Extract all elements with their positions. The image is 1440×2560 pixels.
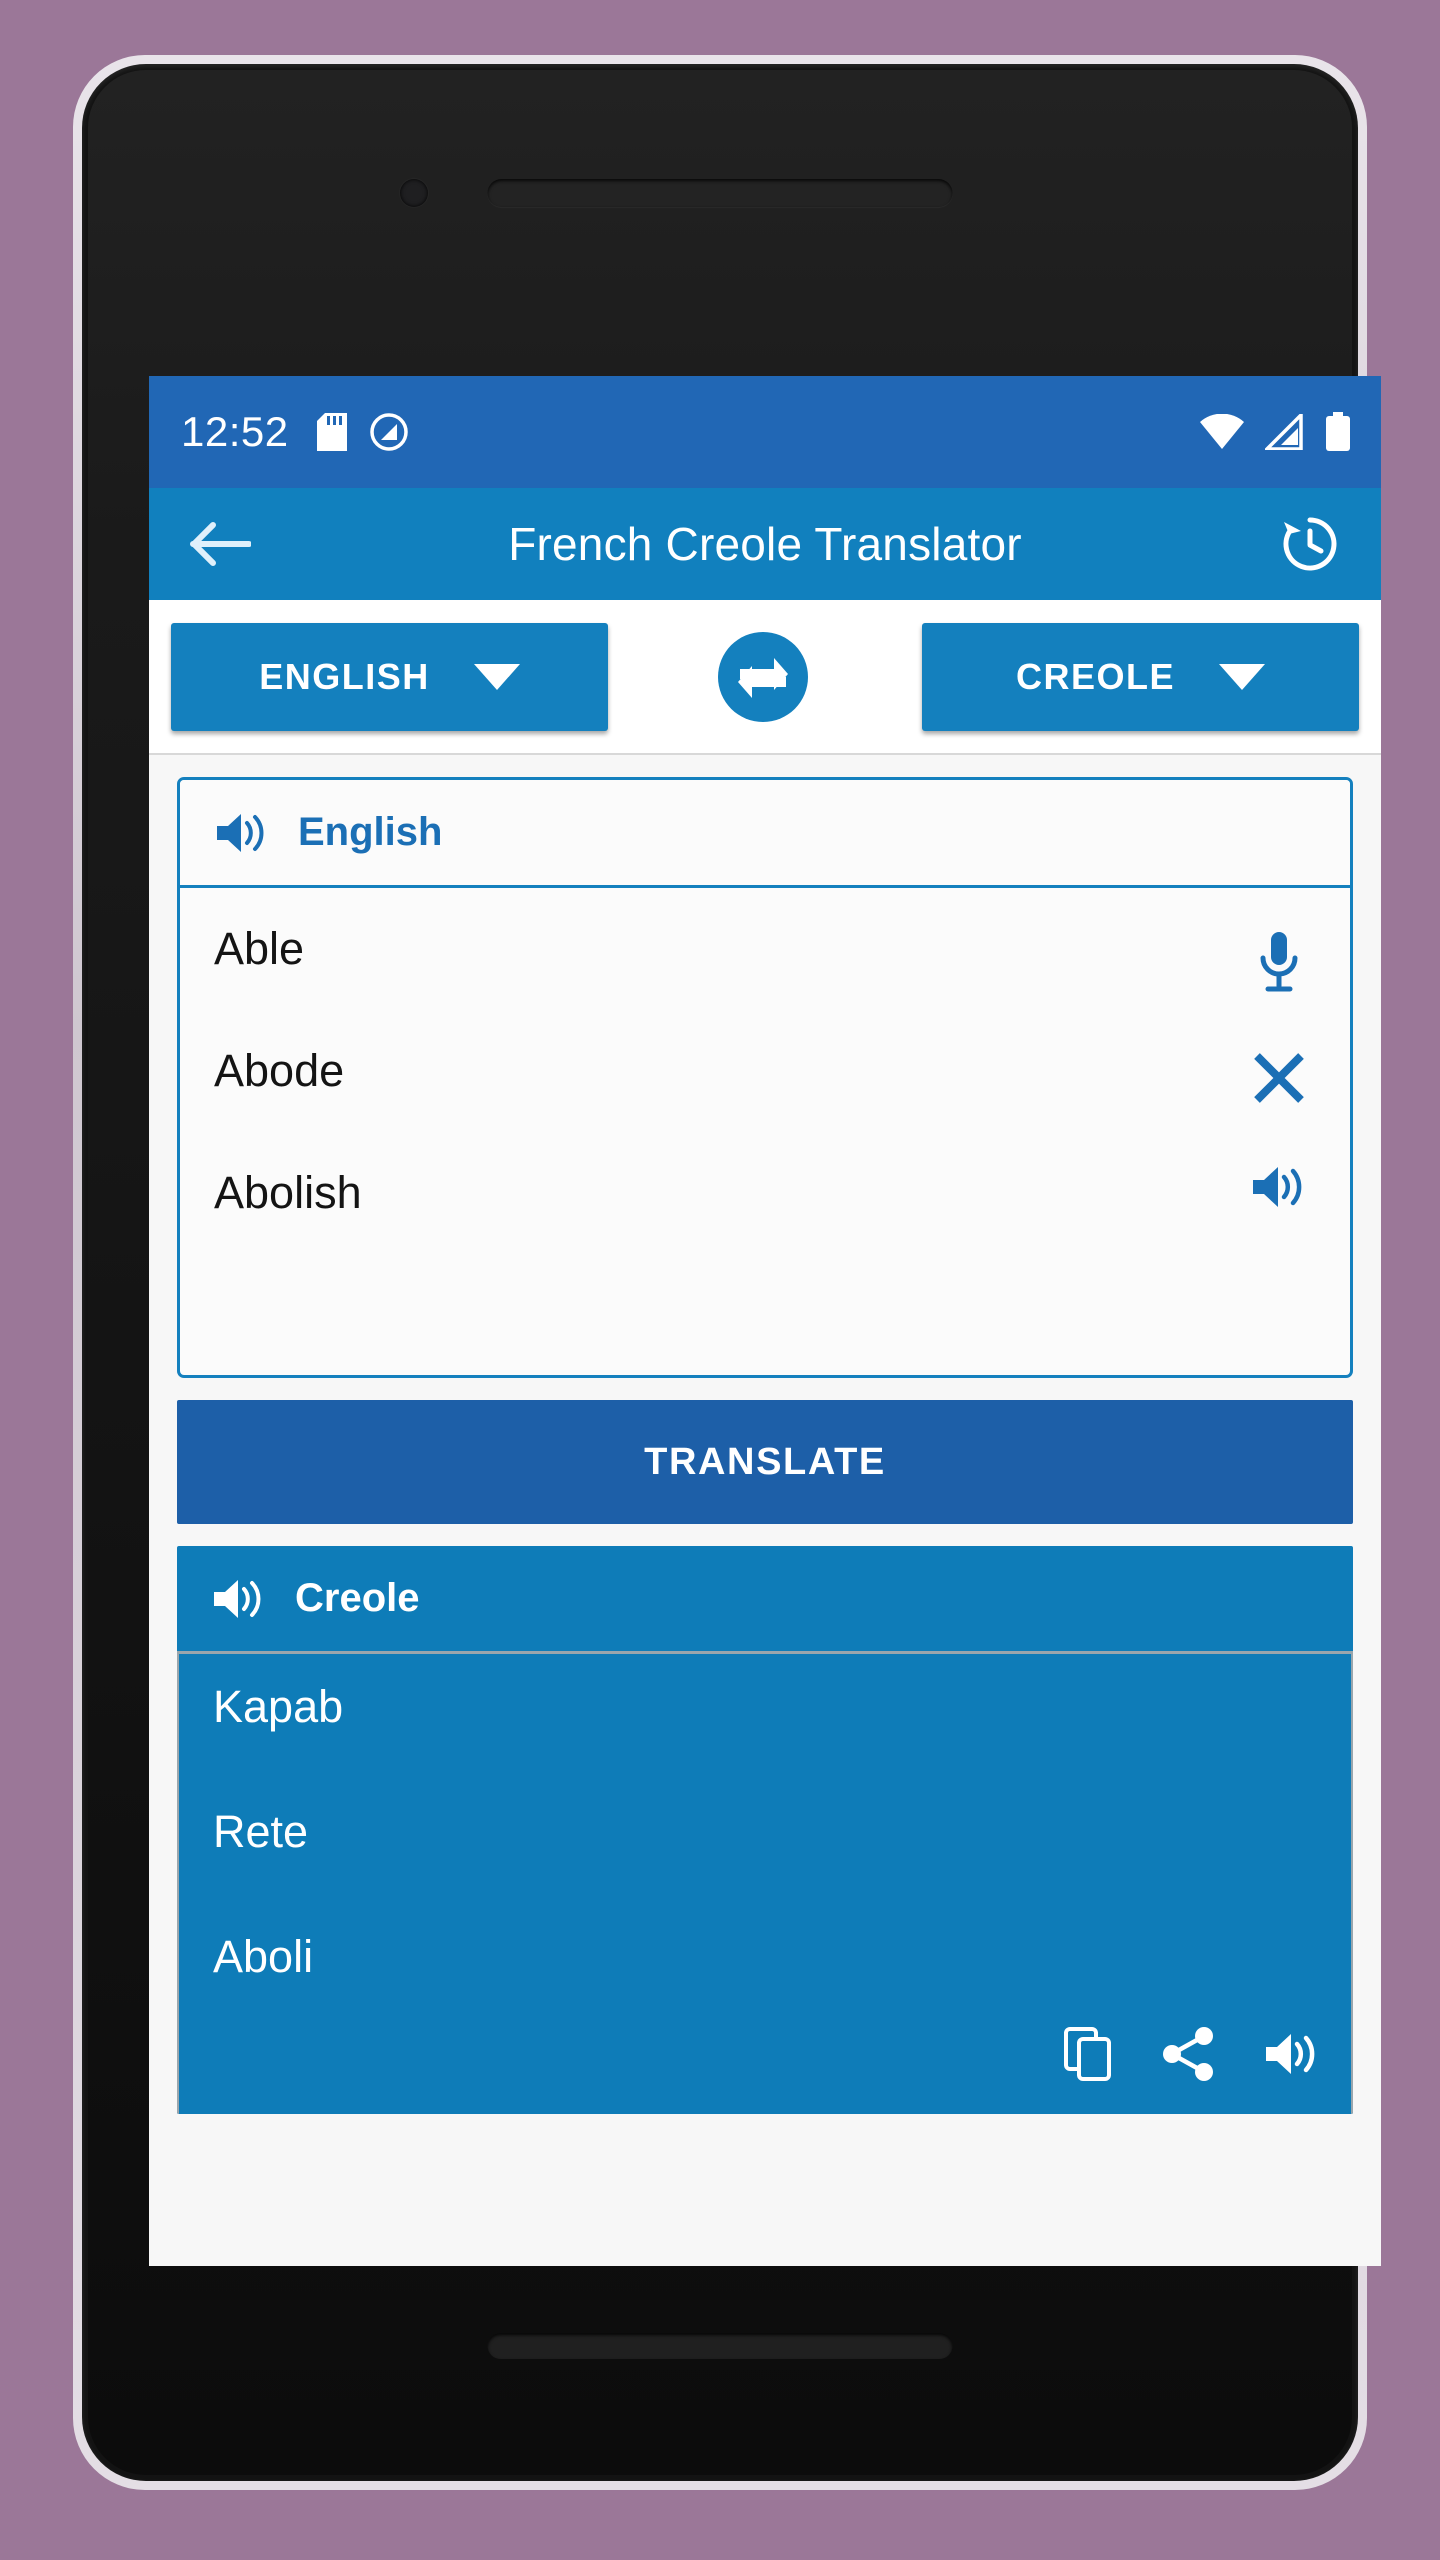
translate-button[interactable]: TRANSLATE	[177, 1400, 1353, 1524]
target-text-card: Creole Kapab Rete Aboli	[177, 1546, 1353, 2114]
target-text-area[interactable]: Kapab Rete Aboli	[177, 1651, 1353, 2114]
close-icon[interactable]	[1251, 1050, 1307, 1106]
status-bar-left-icons	[316, 412, 409, 452]
status-bar: 12:52	[149, 376, 1381, 488]
front-camera	[400, 179, 428, 207]
source-action-icons	[1250, 930, 1308, 1212]
wifi-icon	[1199, 414, 1245, 450]
back-arrow-icon	[189, 521, 251, 567]
page-title: French Creole Translator	[508, 518, 1022, 570]
speaker-icon[interactable]	[214, 809, 270, 857]
share-icon[interactable]	[1161, 2026, 1217, 2082]
speaker-icon[interactable]	[1263, 2029, 1321, 2079]
target-card-title: Creole	[295, 1576, 420, 1620]
target-line: Aboli	[213, 1931, 314, 1982]
target-action-icons	[1063, 2026, 1321, 2082]
source-card-header[interactable]: English	[180, 780, 1350, 888]
history-icon	[1278, 512, 1342, 576]
back-button[interactable]	[183, 507, 257, 581]
target-line: Rete	[213, 1806, 309, 1857]
target-card-header[interactable]: Creole	[177, 1546, 1353, 1651]
source-line: Able	[214, 923, 305, 974]
mic-icon[interactable]	[1254, 930, 1304, 994]
status-bar-clock: 12:52	[181, 408, 289, 455]
phone-screen: 12:52 French Creole Translator ENGLISH C…	[149, 376, 1381, 2266]
sd-card-icon	[316, 413, 347, 451]
earpiece-speaker	[487, 179, 953, 207]
status-bar-right-icons	[1199, 412, 1351, 452]
phone-device-mockup: 12:52 French Creole Translator ENGLISH C…	[73, 55, 1381, 2490]
bottom-speaker-bar	[487, 2333, 953, 2359]
speaker-icon[interactable]	[211, 1575, 267, 1623]
source-text-card: English Able Abode Abolish	[177, 777, 1353, 1378]
speaker-icon[interactable]	[1250, 1162, 1308, 1212]
signal-icon	[1265, 414, 1305, 450]
swap-languages-button[interactable]	[718, 631, 808, 722]
language-selector-row: ENGLISH CREOLE	[149, 600, 1381, 755]
source-text-area[interactable]: Able Abode Abolish	[180, 888, 1350, 1375]
source-language-dropdown[interactable]: ENGLISH	[171, 622, 608, 731]
app-bar: French Creole Translator	[149, 488, 1381, 600]
source-language-label: ENGLISH	[259, 655, 430, 697]
target-language-label: CREOLE	[1015, 655, 1175, 697]
chevron-down-icon	[473, 663, 520, 690]
target-language-dropdown[interactable]: CREOLE	[922, 622, 1359, 731]
chevron-down-icon	[1219, 663, 1265, 690]
target-line: Kapab	[213, 1681, 344, 1732]
history-button[interactable]	[1273, 507, 1347, 581]
source-card-title: English	[298, 810, 443, 854]
swap-horizontal-icon	[734, 650, 792, 704]
main-content: English Able Abode Abolish TRANSLATE Cre…	[149, 755, 1381, 2266]
source-line: Abode	[214, 1045, 345, 1096]
battery-icon	[1325, 412, 1351, 452]
copy-icon[interactable]	[1063, 2026, 1115, 2082]
source-line: Abolish	[214, 1167, 362, 1218]
do-not-disturb-icon	[369, 412, 409, 452]
